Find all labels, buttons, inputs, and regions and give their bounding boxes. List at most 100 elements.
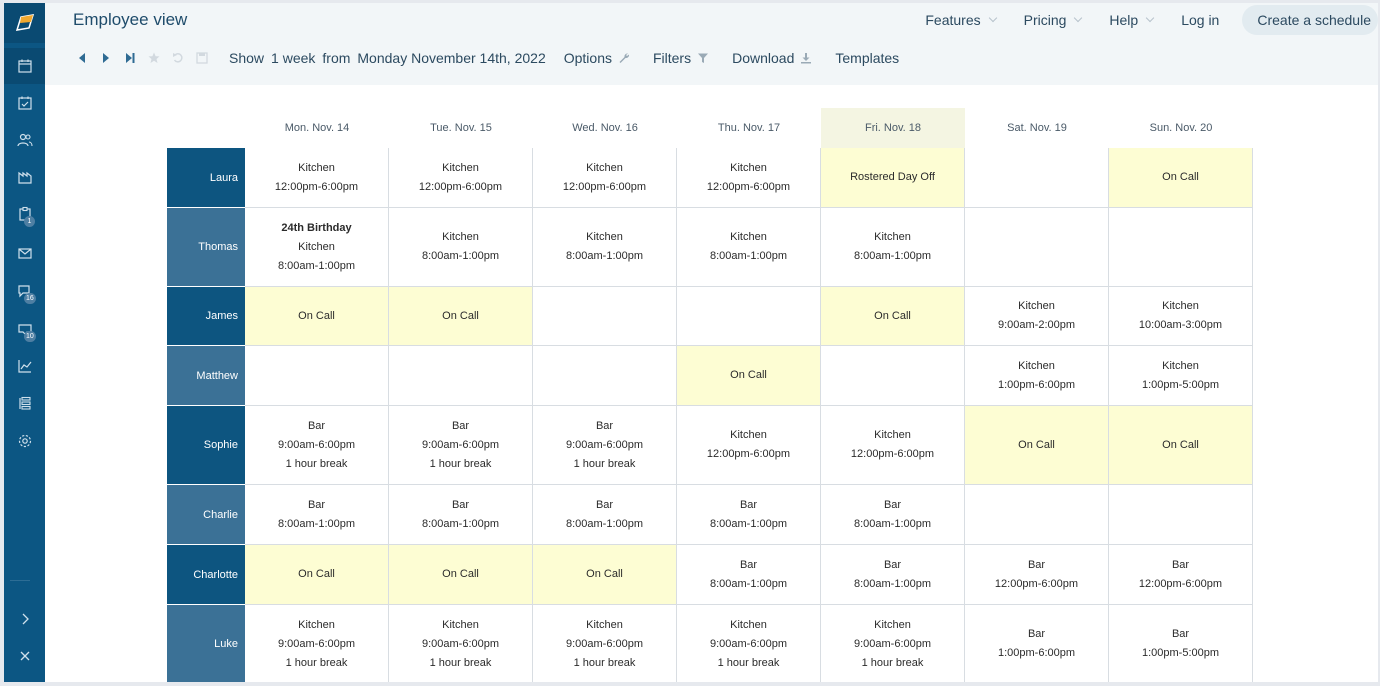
options-button[interactable]: Options [564, 50, 630, 66]
shift-cell[interactable]: Bar 1:00pm-6:00pm [965, 605, 1109, 682]
empty-shift-cell[interactable] [1109, 485, 1253, 545]
shift-line: Bar [595, 419, 614, 432]
shift-cell[interactable]: On Call [1109, 148, 1253, 208]
previous-week-button[interactable] [73, 49, 91, 67]
shift-cell[interactable]: On Call [245, 287, 389, 346]
shift-cell[interactable]: Kitchen 12:00pm-6:00pm [677, 406, 821, 485]
empty-shift-cell[interactable] [677, 287, 821, 346]
empty-shift-cell[interactable] [965, 485, 1109, 545]
sidebar-item-settings[interactable] [4, 423, 45, 459]
shift-line: Kitchen [586, 231, 623, 243]
shift-cell[interactable]: 24th Birthday Kitchen 8:00am-1:00pm [245, 208, 389, 287]
shift-cell[interactable]: Kitchen 8:00am-1:00pm [677, 208, 821, 287]
employee-name[interactable]: Matthew [167, 346, 245, 406]
shift-cell[interactable]: Bar 8:00am-1:00pm [677, 545, 821, 605]
nav-features[interactable]: Features [925, 12, 997, 28]
duration-select[interactable]: 1 week [271, 50, 315, 66]
favorite-button[interactable] [145, 49, 163, 67]
sidebar-item-locations[interactable] [4, 159, 45, 195]
sidebar-item-calendar[interactable] [4, 48, 45, 84]
save-button[interactable] [193, 49, 211, 67]
empty-shift-cell[interactable] [1109, 208, 1253, 287]
sidebar-item-reports[interactable] [4, 348, 45, 384]
app-logo[interactable] [4, 3, 45, 43]
shift-cell[interactable]: On Call [245, 545, 389, 605]
sidebar-item-schedule[interactable] [4, 85, 45, 121]
employee-name[interactable]: Laura [167, 148, 245, 208]
shift-cell[interactable]: Kitchen 9:00am-6:00pm 1 hour break [245, 605, 389, 682]
employee-name[interactable]: Thomas [167, 208, 245, 287]
shift-cell[interactable]: Bar 1:00pm-5:00pm [1109, 605, 1253, 682]
download-button[interactable]: Download [732, 50, 812, 66]
shift-cell[interactable]: Kitchen 12:00pm-6:00pm [245, 148, 389, 208]
shift-cell[interactable]: On Call [677, 346, 821, 406]
shift-cell[interactable]: Kitchen 1:00pm-6:00pm [965, 346, 1109, 406]
shift-cell[interactable]: Bar 9:00am-6:00pm 1 hour break [245, 406, 389, 485]
empty-shift-cell[interactable] [533, 287, 677, 346]
sidebar-item-tasks[interactable]: 1 [4, 196, 45, 232]
sidebar-expand-button[interactable] [4, 601, 45, 637]
nav-login[interactable]: Log in [1181, 12, 1219, 28]
employee-name[interactable]: Sophie [167, 406, 245, 485]
create-schedule-button[interactable]: Create a schedule [1242, 5, 1378, 35]
shift-cell[interactable]: Kitchen 9:00am-6:00pm 1 hour break [821, 605, 965, 682]
shift-cell[interactable]: Kitchen 1:00pm-5:00pm [1109, 346, 1253, 406]
filters-button[interactable]: Filters [653, 50, 709, 66]
shift-cell[interactable]: Kitchen 12:00pm-6:00pm [389, 148, 533, 208]
sidebar-item-inbox[interactable]: 10 [4, 311, 45, 347]
day-header: Mon. Nov. 14 [284, 122, 350, 134]
employee-name[interactable]: Charlotte [167, 545, 245, 605]
undo-button[interactable] [169, 49, 187, 67]
shift-cell[interactable]: Kitchen 8:00am-1:00pm [821, 208, 965, 287]
nav-pricing[interactable]: Pricing [1024, 12, 1083, 28]
empty-shift-cell[interactable] [245, 346, 389, 406]
shift-cell[interactable]: Bar 8:00am-1:00pm [821, 485, 965, 545]
shift-cell[interactable]: Kitchen 12:00pm-6:00pm [677, 148, 821, 208]
sidebar-item-list[interactable] [4, 385, 45, 421]
shift-cell[interactable]: Bar 8:00am-1:00pm [533, 485, 677, 545]
shift-cell[interactable]: Kitchen 12:00pm-6:00pm [533, 148, 677, 208]
shift-cell[interactable]: Bar 8:00am-1:00pm [677, 485, 821, 545]
employee-name[interactable]: Charlie [167, 485, 245, 545]
shift-cell[interactable]: Kitchen 9:00am-6:00pm 1 hour break [533, 605, 677, 682]
empty-shift-cell[interactable] [533, 346, 677, 406]
shift-cell[interactable]: On Call [965, 406, 1109, 485]
shift-cell[interactable]: On Call [389, 545, 533, 605]
shift-cell[interactable]: Bar 9:00am-6:00pm 1 hour break [389, 406, 533, 485]
shift-cell[interactable]: Kitchen 12:00pm-6:00pm [821, 406, 965, 485]
sidebar-close-button[interactable] [4, 638, 45, 674]
sidebar-item-employees[interactable] [4, 122, 45, 158]
shift-cell[interactable]: On Call [821, 287, 965, 346]
employee-name[interactable]: James [167, 287, 245, 346]
shift-cell[interactable]: Kitchen 8:00am-1:00pm [533, 208, 677, 287]
sidebar-item-mail[interactable] [4, 235, 45, 271]
shift-cell[interactable]: Kitchen 8:00am-1:00pm [389, 208, 533, 287]
start-date-picker[interactable]: Monday November 14th, 2022 [357, 50, 545, 66]
empty-shift-cell[interactable] [821, 346, 965, 406]
empty-shift-cell[interactable] [389, 346, 533, 406]
shift-cell[interactable]: Bar 8:00am-1:00pm [389, 485, 533, 545]
shift-cell[interactable]: On Call [1109, 406, 1253, 485]
shift-cell[interactable]: Bar 9:00am-6:00pm 1 hour break [533, 406, 677, 485]
sidebar-item-messages[interactable]: 16 [4, 273, 45, 309]
empty-shift-cell[interactable] [965, 208, 1109, 287]
shift-cell[interactable]: Bar 8:00am-1:00pm [821, 545, 965, 605]
shift-cell[interactable]: Kitchen 9:00am-6:00pm 1 hour break [677, 605, 821, 682]
last-week-button[interactable] [121, 49, 139, 67]
shift-cell[interactable]: Bar 12:00pm-6:00pm [1109, 545, 1253, 605]
shift-cell[interactable]: On Call [533, 545, 677, 605]
shift-cell[interactable]: Kitchen 10:00am-3:00pm [1109, 287, 1253, 346]
shift-cell[interactable]: On Call [389, 287, 533, 346]
shift-line: 12:00pm-6:00pm [850, 448, 935, 460]
next-week-button[interactable] [97, 49, 115, 67]
empty-shift-cell[interactable] [965, 148, 1109, 208]
employee-name[interactable]: Luke [167, 605, 245, 682]
shift-cell[interactable]: Kitchen 9:00am-2:00pm [965, 287, 1109, 346]
shift-cell[interactable]: Bar 12:00pm-6:00pm [965, 545, 1109, 605]
shift-cell[interactable]: Bar 8:00am-1:00pm [245, 485, 389, 545]
nav-help[interactable]: Help [1109, 12, 1155, 28]
shift-cell[interactable]: Rostered Day Off [821, 148, 965, 208]
shift-line: 9:00am-2:00pm [997, 319, 1076, 331]
templates-button[interactable]: Templates [835, 50, 899, 66]
shift-cell[interactable]: Kitchen 9:00am-6:00pm 1 hour break [389, 605, 533, 682]
